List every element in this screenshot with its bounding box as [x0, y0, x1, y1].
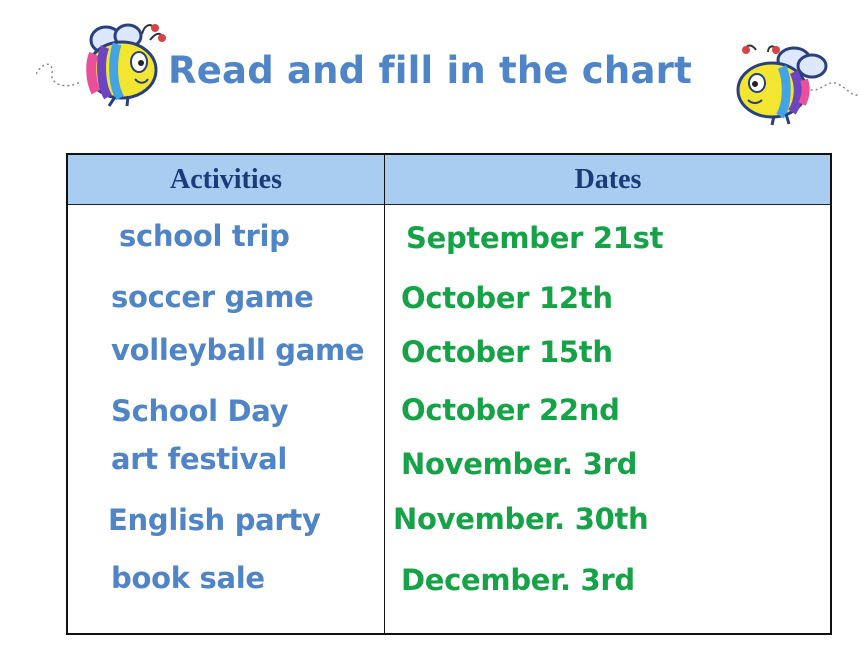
activities-table: Activities Dates school trip September 2…: [66, 153, 832, 635]
date-cell: October 15th: [401, 335, 613, 369]
activity-cell: school trip: [119, 219, 290, 253]
date-cell: December. 3rd: [401, 563, 635, 597]
activities-header: Activities: [170, 164, 282, 195]
date-cell: September 21st: [406, 221, 664, 255]
bee-icon: [36, 23, 166, 107]
activity-cell: volleyball game: [111, 333, 365, 367]
activity-cell: art festival: [111, 442, 287, 476]
bee-icon: [736, 44, 860, 126]
date-cell: October 22nd: [401, 393, 620, 427]
date-cell: October 12th: [401, 281, 613, 315]
dates-header: Dates: [574, 164, 642, 195]
activity-cell: book sale: [111, 561, 265, 595]
column-divider: [384, 155, 385, 633]
date-cell: November. 30th: [393, 502, 649, 536]
activity-cell: English party: [108, 503, 321, 537]
activity-cell: School Day: [111, 394, 289, 428]
date-cell: November. 3rd: [401, 447, 638, 481]
activity-cell: soccer game: [111, 280, 314, 314]
